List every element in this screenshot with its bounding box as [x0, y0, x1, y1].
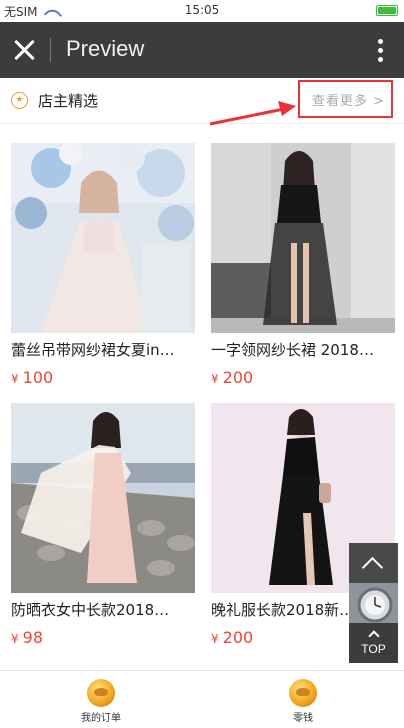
product-name: 一字领网纱长裙 2018…	[211, 341, 374, 359]
product-price: ¥100	[11, 368, 54, 387]
watch-thumbnail[interactable]	[349, 583, 398, 623]
star-icon: ★	[11, 92, 28, 109]
product-card[interactable]: 一字领网纱长裙 2018… ¥200	[211, 143, 395, 387]
section-title: 店主精选	[38, 92, 99, 110]
product-name: 蕾丝吊带网纱裙女夏in…	[11, 341, 175, 359]
tab-label: 我的订单	[81, 713, 121, 724]
product-card[interactable]: 防晒衣女中长款2018… ¥98	[11, 403, 195, 647]
product-price: ¥98	[11, 628, 43, 647]
close-icon[interactable]	[12, 38, 36, 62]
annotation-arrow-icon	[209, 101, 296, 126]
status-bar: 无SIM 15:05	[0, 0, 404, 24]
product-name: 防晒衣女中长款2018…	[11, 601, 170, 619]
see-more-link[interactable]: 查看更多 >	[312, 90, 385, 109]
chevron-up-icon	[367, 630, 380, 642]
back-to-top-label: TOP	[361, 642, 386, 656]
tab-my-orders[interactable]: 我的订单	[61, 679, 141, 724]
title-bar: Preview	[0, 22, 404, 78]
tab-label: 零钱	[293, 713, 313, 724]
chevron-up-icon[interactable]	[349, 543, 398, 583]
product-price: ¥200	[211, 368, 254, 387]
battery-icon	[376, 5, 398, 16]
product-image[interactable]	[211, 143, 395, 333]
back-to-top-button[interactable]: TOP	[349, 623, 398, 663]
gold-ingot-icon	[87, 679, 115, 707]
product-card[interactable]: 蕾丝吊带网纱裙女夏in… ¥100	[11, 143, 195, 387]
bottom-tab-bar: 我的订单 零钱	[0, 670, 404, 728]
status-time: 15:05	[184, 3, 220, 17]
more-options-icon[interactable]	[378, 39, 384, 63]
title-divider	[50, 38, 51, 62]
section-header: ★ 店主精选 查看更多 >	[0, 78, 404, 124]
tab-wallet[interactable]: 零钱	[263, 679, 343, 724]
product-image[interactable]	[11, 143, 195, 333]
gold-ingot-icon	[289, 679, 317, 707]
page-title: Preview	[66, 36, 145, 61]
product-image[interactable]	[11, 403, 195, 593]
